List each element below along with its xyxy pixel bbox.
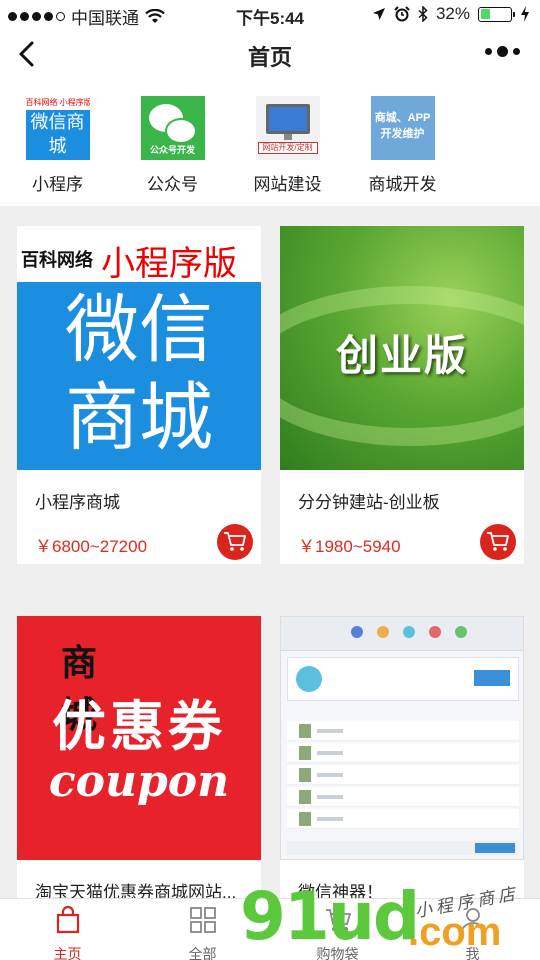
tab-label: 我 bbox=[465, 946, 480, 960]
bluetooth-icon bbox=[418, 6, 428, 22]
category-website[interactable]: 网站开发/定制 网站建设 bbox=[230, 82, 345, 206]
cart-icon bbox=[224, 532, 246, 551]
add-to-cart-button[interactable] bbox=[480, 524, 516, 560]
image-line2-text: 优惠券 bbox=[52, 697, 226, 757]
website-thumbnail: 网站开发/定制 bbox=[255, 96, 320, 160]
bag-icon bbox=[56, 905, 79, 934]
category-label: 商城开发 bbox=[368, 175, 437, 194]
monitor-icon bbox=[265, 104, 310, 134]
image-line3-text: coupon bbox=[48, 756, 230, 807]
image-text: 创业版 bbox=[335, 332, 468, 379]
category-official-account[interactable]: 公众号开发 公众号 bbox=[115, 82, 230, 206]
alarm-icon bbox=[394, 6, 410, 22]
category-label: 小程序 bbox=[32, 175, 83, 194]
charging-icon bbox=[521, 6, 529, 22]
grid-icon bbox=[189, 907, 216, 933]
tab-home[interactable]: 主页 bbox=[0, 899, 135, 960]
tab-label: 购物袋 bbox=[316, 946, 359, 960]
image-line1-text: 微信 bbox=[65, 288, 213, 371]
mall-thumbnail: 商城、APP开发维护 bbox=[370, 96, 435, 160]
more-menu-icon[interactable] bbox=[485, 46, 520, 57]
product-card[interactable]: 微信神器！ bbox=[280, 616, 524, 902]
product-price: ￥6800~27200 bbox=[35, 537, 148, 556]
tab-all[interactable]: 全部 bbox=[135, 899, 270, 960]
user-icon bbox=[460, 908, 485, 933]
product-name: 分分钟建站-创业板 bbox=[298, 493, 440, 512]
product-card[interactable]: 百科网络 小程序版 微信 商城 小程序商城 ￥6800~27200 bbox=[17, 226, 261, 564]
tab-me[interactable]: 我 bbox=[405, 899, 540, 960]
battery-level bbox=[480, 9, 490, 19]
tab-label: 全部 bbox=[188, 946, 217, 960]
product-image[interactable]: 商城 优惠券 coupon bbox=[17, 616, 261, 860]
product-card[interactable]: 创业版 分分钟建站-创业板 ￥1980~5940 bbox=[280, 226, 524, 564]
thumb-caption: 商城、APP开发维护 bbox=[374, 112, 431, 140]
image-edition-text: 小程序版 bbox=[101, 245, 237, 283]
category-mall[interactable]: 商城、APP开发维护 商城开发 bbox=[345, 82, 460, 206]
tab-cart[interactable]: 购物袋 bbox=[270, 899, 405, 960]
tab-bar: 主页 全部 购物袋 我 bbox=[0, 898, 540, 960]
category-row: 百科网络 小程序版 微信商城 小程序 公众号开发 公众号 网站开发/定制 网站建… bbox=[0, 82, 540, 206]
product-card[interactable]: 商城 优惠券 coupon 淘宝天猫优惠券商城网站... bbox=[17, 616, 261, 902]
page-title: 首页 bbox=[247, 45, 292, 70]
thumb-top-text: 百科网络 小程序版 bbox=[25, 96, 90, 110]
image-line2-text: 商城 bbox=[65, 376, 213, 459]
product-name: 小程序商城 bbox=[35, 493, 120, 512]
category-label: 公众号 bbox=[147, 175, 198, 194]
product-image[interactable] bbox=[280, 616, 524, 860]
wechat-thumbnail: 公众号开发 bbox=[140, 96, 205, 160]
category-mini-program[interactable]: 百科网络 小程序版 微信商城 小程序 bbox=[0, 82, 115, 206]
tab-label: 主页 bbox=[53, 946, 82, 960]
add-to-cart-button[interactable] bbox=[217, 524, 253, 560]
product-image[interactable]: 创业版 bbox=[280, 226, 524, 470]
thumb-caption: 公众号开发 bbox=[149, 145, 195, 155]
battery-icon bbox=[478, 6, 515, 22]
battery-percent: 32% bbox=[435, 4, 470, 23]
image-brand-text: 百科网络 bbox=[21, 250, 93, 270]
product-price: ￥1980~5940 bbox=[298, 537, 401, 556]
thumb-main-text: 微信商城 bbox=[30, 112, 85, 156]
location-icon bbox=[372, 8, 385, 20]
product-image[interactable]: 百科网络 小程序版 微信 商城 bbox=[17, 226, 261, 470]
nav-bar: 首页 bbox=[0, 28, 540, 82]
category-label: 网站建设 bbox=[253, 175, 322, 194]
thumb-caption: 网站开发/定制 bbox=[257, 142, 318, 154]
cart-icon bbox=[487, 532, 509, 551]
status-right: 32% bbox=[372, 4, 530, 24]
status-bar: 中国联通 下午5:44 32% bbox=[0, 0, 540, 28]
mini-program-thumbnail: 百科网络 小程序版 微信商城 bbox=[25, 96, 90, 160]
cart-icon bbox=[325, 909, 351, 931]
